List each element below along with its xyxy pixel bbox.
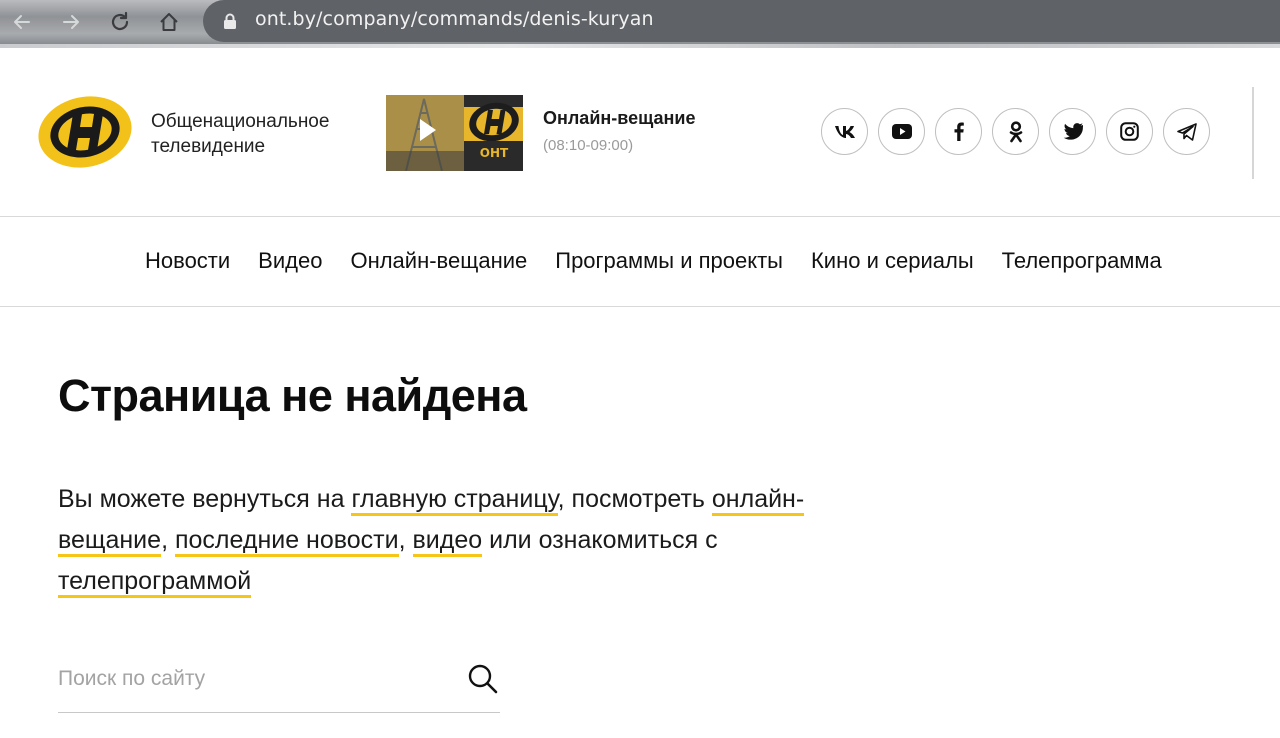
lock-icon — [223, 13, 237, 35]
odnoklassniki-icon[interactable] — [992, 108, 1039, 155]
twitter-icon[interactable] — [1049, 108, 1096, 155]
site-header: Общенациональное телевидение ОНТ Онлайн-… — [0, 48, 1280, 216]
menu-item-movies[interactable]: Кино и сериалы — [811, 248, 974, 274]
menu-item-video[interactable]: Видео — [258, 248, 322, 274]
tv-schedule-link[interactable]: телепрограммой — [58, 567, 252, 598]
site-search — [58, 656, 500, 713]
message-text: Вы можете вернуться на — [58, 485, 352, 513]
youtube-icon[interactable] — [878, 108, 925, 155]
video-link[interactable]: видео — [412, 526, 483, 557]
instagram-icon[interactable] — [1106, 108, 1153, 155]
search-input[interactable] — [58, 662, 448, 696]
menu-item-live[interactable]: Онлайн-вещание — [350, 248, 527, 274]
menu-item-programs[interactable]: Программы и проекты — [555, 248, 783, 274]
page-title: Страница не найдена — [58, 370, 527, 421]
forward-arrow-icon[interactable] — [55, 6, 87, 38]
ont-logo[interactable] — [36, 94, 134, 175]
social-links — [821, 108, 1210, 155]
vk-icon[interactable] — [821, 108, 868, 155]
divider — [0, 216, 1280, 217]
address-bar[interactable]: ont.by/company/commands/denis-kuryan — [203, 0, 1280, 42]
news-link[interactable]: последние новости — [174, 526, 399, 557]
telegram-icon[interactable] — [1163, 108, 1210, 155]
browser-toolbar: ont.by/company/commands/denis-kuryan — [0, 0, 1280, 48]
reload-icon[interactable] — [104, 6, 136, 38]
divider — [0, 306, 1280, 307]
home-icon[interactable] — [153, 6, 185, 38]
search-icon[interactable] — [466, 662, 500, 696]
message-text: , посмотреть — [557, 485, 712, 513]
message-text: или ознакомиться с — [482, 526, 718, 554]
header-divider — [1252, 87, 1254, 179]
home-link[interactable]: главную страницу — [351, 485, 558, 516]
facebook-icon[interactable] — [935, 108, 982, 155]
back-arrow-icon[interactable] — [6, 6, 38, 38]
live-title[interactable]: Онлайн-вещание — [543, 108, 695, 129]
live-time: (08:10-09:00) — [543, 137, 634, 154]
message-text: , — [161, 526, 175, 554]
menu-item-news[interactable]: Новости — [145, 248, 230, 274]
brand-line-2: телевидение — [151, 136, 266, 157]
url-text: ont.by/company/commands/denis-kuryan — [255, 8, 654, 30]
svg-text:ОНТ: ОНТ — [480, 146, 509, 160]
not-found-message: Вы можете вернуться на главную страницу,… — [58, 479, 908, 602]
live-stream-thumbnail[interactable]: ОНТ — [386, 95, 523, 171]
menu-item-tv-schedule[interactable]: Телепрограмма — [1002, 248, 1162, 274]
message-text: , — [398, 526, 413, 554]
main-menu: Новости Видео Онлайн-вещание Программы и… — [145, 248, 1162, 274]
brand-name: Общенациональное телевидение — [151, 109, 329, 159]
brand-line-1: Общенациональное — [151, 111, 330, 132]
